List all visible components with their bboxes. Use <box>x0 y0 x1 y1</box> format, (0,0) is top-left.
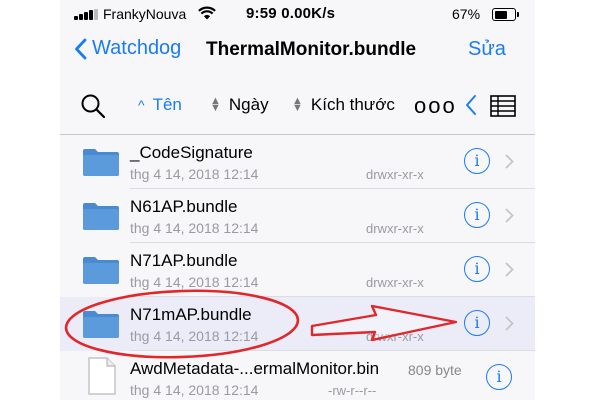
item-permissions: -rw-r--r-- <box>328 383 377 398</box>
folder-icon <box>83 203 119 230</box>
sort-by-size-button[interactable]: ▲ ▼ Kích thước <box>292 95 395 115</box>
file-icon <box>88 357 116 395</box>
sort-by-name-label: Tên <box>152 95 182 114</box>
sort-ascending-icon: ^ <box>138 97 145 113</box>
sort-toggle-icon: ▲ ▼ <box>210 95 221 114</box>
sort-toolbar: ^ Tên ▲ ▼ Ngày ▲ ▼ Kích thước ooo <box>60 84 535 128</box>
list-view-icon[interactable] <box>490 95 516 117</box>
wifi-icon <box>198 6 216 20</box>
item-permissions: drwxr-xr-x <box>366 329 424 344</box>
sort-by-date-button[interactable]: ▲ ▼ Ngày <box>210 95 269 115</box>
item-permissions: drwxr-xr-x <box>366 167 424 182</box>
chevron-right-icon[interactable] <box>505 154 514 169</box>
chevron-right-icon[interactable] <box>505 208 514 223</box>
signal-strength-icon <box>74 9 100 20</box>
item-name: N61AP.bundle <box>130 197 238 216</box>
chevron-left-icon <box>75 38 87 59</box>
info-icon[interactable]: i <box>464 310 490 336</box>
folder-icon <box>83 311 119 338</box>
info-icon[interactable]: i <box>464 148 490 174</box>
item-permissions: drwxr-xr-x <box>366 221 424 236</box>
folder-icon <box>83 149 119 176</box>
page-title: ThermalMonitor.bundle <box>206 39 417 60</box>
sort-by-size-label: Kích thước <box>310 95 395 114</box>
file-browser-screen: FrankyNouva 9:59 0.00K/s 67% Watchdog Th… <box>60 0 535 400</box>
carrier-name: FrankyNouva <box>103 6 187 22</box>
chevron-left-icon[interactable] <box>464 94 478 116</box>
back-button[interactable]: Watchdog <box>74 37 181 60</box>
sort-by-name-button[interactable]: ^ Tên <box>138 95 182 115</box>
info-icon[interactable]: i <box>464 256 490 282</box>
item-date: thg 4 14, 2018 12:14 <box>130 382 259 398</box>
info-icon[interactable]: i <box>464 202 490 228</box>
item-name: N71AP.bundle <box>130 251 238 270</box>
item-permissions: drwxr-xr-x <box>366 275 424 290</box>
item-name: N71mAP.bundle <box>130 305 252 324</box>
item-date: thg 4 14, 2018 12:14 <box>130 274 259 290</box>
edit-button[interactable]: Sửa <box>468 38 506 61</box>
chevron-right-icon[interactable] <box>505 316 514 331</box>
folder-icon <box>83 257 119 284</box>
list-item-highlighted[interactable]: N71mAP.bundle thg 4 14, 2018 12:14 drwxr… <box>60 297 535 351</box>
list-item[interactable]: N61AP.bundle thg 4 14, 2018 12:14 drwxr-… <box>60 189 535 243</box>
sort-toggle-icon: ▲ ▼ <box>292 95 303 114</box>
item-date: thg 4 14, 2018 12:14 <box>130 220 259 236</box>
item-date: thg 4 14, 2018 12:14 <box>130 328 259 344</box>
item-name: AwdMetadata-...ermalMonitor.bin <box>130 359 380 378</box>
item-date: thg 4 14, 2018 12:14 <box>130 166 259 182</box>
item-size: 809 byte <box>408 362 462 378</box>
list-item[interactable]: _CodeSignature thg 4 14, 2018 12:14 drwx… <box>60 135 535 189</box>
back-button-label: Watchdog <box>92 37 182 59</box>
sort-by-date-label: Ngày <box>228 95 269 114</box>
list-item[interactable]: AwdMetadata-...ermalMonitor.bin thg 4 14… <box>60 351 535 400</box>
navigation-bar: Watchdog ThermalMonitor.bundle Sửa <box>60 28 535 74</box>
clock-and-network-speed: 9:59 0.00K/s <box>246 5 336 22</box>
list-item[interactable]: N71AP.bundle thg 4 14, 2018 12:14 drwxr-… <box>60 243 535 297</box>
more-options-button[interactable]: ooo <box>414 93 457 119</box>
chevron-right-icon[interactable] <box>505 262 514 277</box>
status-bar: FrankyNouva 9:59 0.00K/s 67% <box>60 0 535 28</box>
battery-percent: 67% <box>452 6 481 22</box>
battery-icon <box>492 8 519 21</box>
item-name: _CodeSignature <box>130 143 253 162</box>
search-icon[interactable] <box>80 93 106 119</box>
info-icon[interactable]: i <box>486 364 512 390</box>
